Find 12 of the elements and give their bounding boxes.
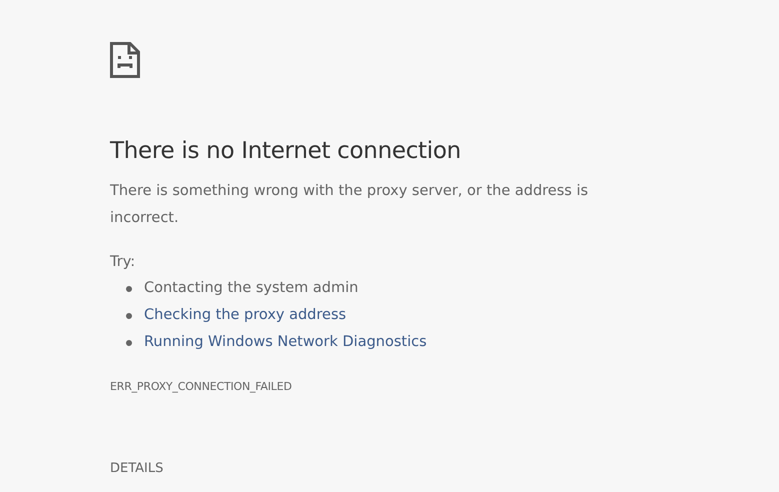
bullet-icon <box>126 313 132 320</box>
page-heading: There is no Internet connection <box>110 138 462 166</box>
suggestion-link[interactable]: Running Windows Network Diagnostics <box>144 332 427 354</box>
suggestion-link[interactable]: Checking the proxy address <box>144 305 346 327</box>
suggestion-text: Contacting the system admin <box>144 279 358 298</box>
bullet-icon <box>126 340 132 346</box>
details-button[interactable]: DETAILS <box>110 459 164 479</box>
error-message: There is something wrong with the proxy server, or the address is incorrect. <box>110 182 590 228</box>
sad-page-icon <box>110 42 140 78</box>
try-label: Try: <box>110 252 136 272</box>
error-code: ERR_PROXY_CONNECTION_FAILED <box>110 378 293 395</box>
bullet-icon <box>126 286 132 292</box>
